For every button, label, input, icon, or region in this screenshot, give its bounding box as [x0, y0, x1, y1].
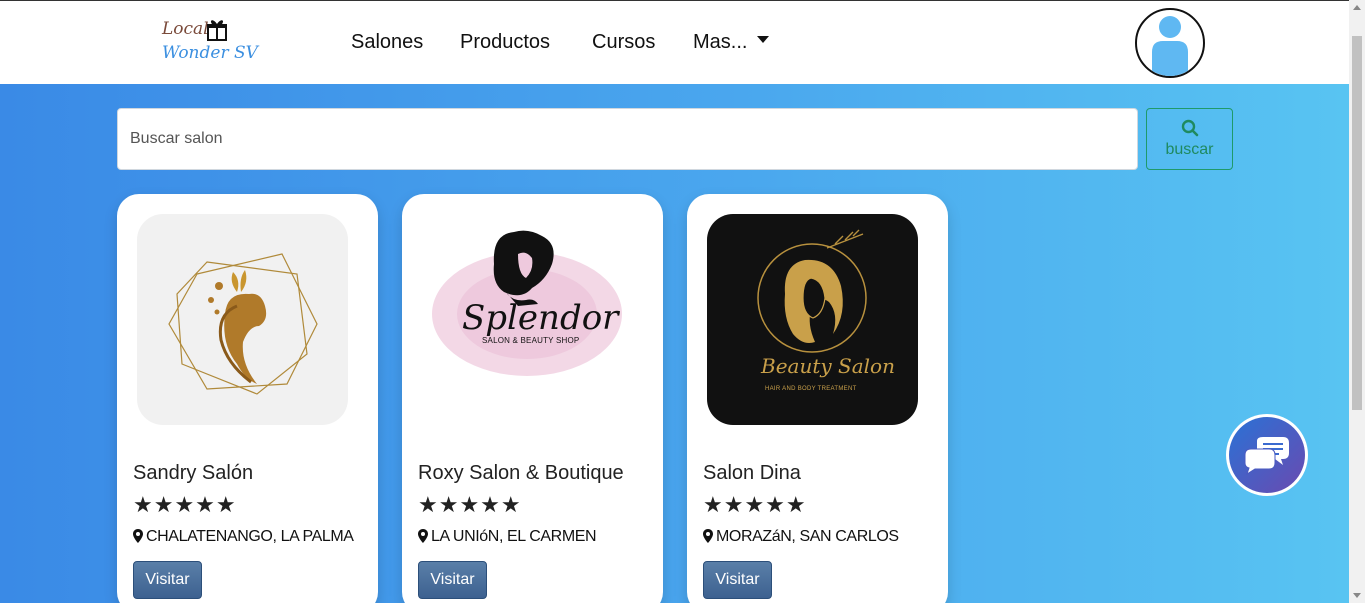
rating-stars: ★★★★★: [133, 493, 237, 518]
salon-card: Splendor SALON & BEAUTY SHOP Roxy Salon …: [402, 194, 663, 603]
salon-logo-text: Beauty Salon: [761, 354, 895, 378]
user-avatar-button[interactable]: [1135, 8, 1205, 78]
scroll-up-icon[interactable]: [1353, 5, 1361, 10]
brand-line-1: Local: [162, 19, 209, 39]
salon-logo-subtext: SALON & BEAUTY SHOP: [482, 336, 580, 345]
salon-location: MORAZáN, SAN CARLOS: [703, 528, 899, 546]
gift-icon: [206, 17, 228, 46]
salon-name: Salon Dina: [703, 462, 801, 484]
search-input[interactable]: [117, 108, 1138, 170]
salon-logo-image: [137, 214, 348, 425]
nav-cursos[interactable]: Cursos: [592, 31, 655, 54]
scroll-down-icon[interactable]: [1353, 593, 1361, 598]
nav-mas-dropdown[interactable]: Mas...: [693, 31, 770, 54]
location-pin-icon: [133, 529, 143, 543]
salon-location: LA UNIóN, EL CARMEN: [418, 528, 597, 546]
nav-productos[interactable]: Productos: [460, 31, 550, 54]
visit-button[interactable]: Visitar: [133, 561, 202, 599]
visit-button[interactable]: Visitar: [703, 561, 772, 599]
chat-widget-button[interactable]: [1226, 414, 1308, 496]
location-pin-icon: [703, 529, 713, 543]
salon-listing-section: buscar Sandry Salón ★★★★★ CHALATENANGO, …: [0, 84, 1349, 603]
nav-mas-label: Mas...: [693, 31, 748, 53]
rating-stars: ★★★★★: [703, 493, 807, 518]
brand-logo[interactable]: Local Wonder SV: [160, 15, 260, 67]
salon-location: CHALATENANGO, LA PALMA: [133, 528, 354, 546]
salon-location-text: MORAZáN, SAN CARLOS: [716, 528, 899, 545]
salon-location-text: LA UNIóN, EL CARMEN: [431, 528, 597, 545]
search-button[interactable]: buscar: [1146, 108, 1233, 170]
scrollbar-thumb[interactable]: [1352, 36, 1362, 410]
brand-line-2: Wonder SV: [162, 43, 258, 63]
salon-card: Sandry Salón ★★★★★ CHALATENANGO, LA PALM…: [117, 194, 378, 603]
salon-name: Roxy Salon & Boutique: [418, 462, 624, 484]
location-pin-icon: [418, 529, 428, 543]
visit-button[interactable]: Visitar: [418, 561, 487, 599]
salon-logo-image: Beauty Salon HAIR AND BODY TREATMENT: [707, 214, 918, 425]
salon-logo-text: Splendor: [462, 298, 619, 338]
salon-logo-image: Splendor SALON & BEAUTY SHOP: [422, 214, 633, 425]
salon-name: Sandry Salón: [133, 462, 254, 484]
chevron-down-icon: [757, 36, 770, 44]
search-button-label: buscar: [1165, 141, 1214, 158]
nav-salones[interactable]: Salones: [351, 31, 423, 54]
rating-stars: ★★★★★: [418, 493, 522, 518]
user-icon: [1152, 16, 1188, 76]
search-icon: [1181, 119, 1198, 137]
salon-logo-subtext: HAIR AND BODY TREATMENT: [765, 386, 857, 392]
navbar: Local Wonder SV Salones Productos Cursos…: [0, 0, 1349, 84]
chat-icon: [1244, 437, 1289, 475]
page-scrollbar[interactable]: [1349, 0, 1365, 603]
salon-card: Beauty Salon HAIR AND BODY TREATMENT Sal…: [687, 194, 948, 603]
salon-location-text: CHALATENANGO, LA PALMA: [146, 528, 354, 545]
